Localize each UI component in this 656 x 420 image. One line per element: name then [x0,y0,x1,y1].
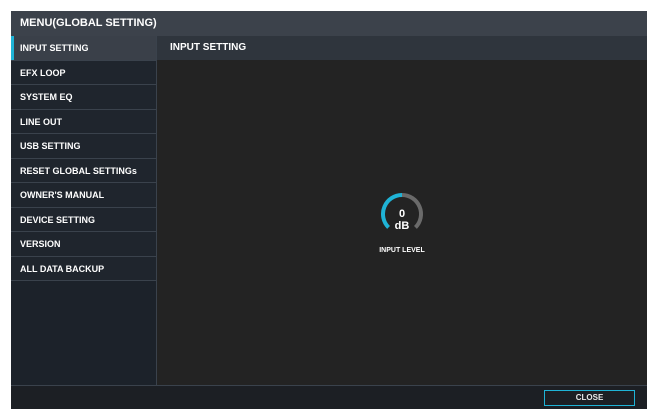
global-setting-window: MENU(GLOBAL SETTING) INPUT SETTING EFX L… [11,11,647,409]
sidebar-item-version[interactable]: VERSION [11,232,156,257]
footer-bar: CLOSE [11,385,647,409]
window-title: MENU(GLOBAL SETTING) [11,11,647,36]
sidebar-item-owners-manual[interactable]: OWNER'S MANUAL [11,183,156,208]
sidebar-item-system-eq[interactable]: SYSTEM EQ [11,85,156,110]
sidebar-item-efx-loop[interactable]: EFX LOOP [11,60,156,85]
knob-label: INPUT LEVEL [379,247,425,254]
input-level-knob[interactable]: 0 dB INPUT LEVEL [367,181,437,261]
sidebar-item-all-data-backup[interactable]: ALL DATA BACKUP [11,256,156,281]
content-title: INPUT SETTING [157,36,647,60]
knob-unit: dB [394,220,410,232]
sidebar-item-device-setting[interactable]: DEVICE SETTING [11,207,156,232]
knob-value: 0 [398,208,406,220]
sidebar-item-usb-setting[interactable]: USB SETTING [11,134,156,159]
content-panel: INPUT SETTING 0 dB INPUT LEVEL [157,36,647,385]
sidebar-item-reset-global-settings[interactable]: RESET GLOBAL SETTINGs [11,158,156,183]
sidebar-item-line-out[interactable]: LINE OUT [11,109,156,134]
sidebar-menu: INPUT SETTING EFX LOOP SYSTEM EQ LINE OU… [11,36,157,385]
close-button[interactable]: CLOSE [544,390,635,406]
sidebar-item-input-setting[interactable]: INPUT SETTING [11,36,156,61]
